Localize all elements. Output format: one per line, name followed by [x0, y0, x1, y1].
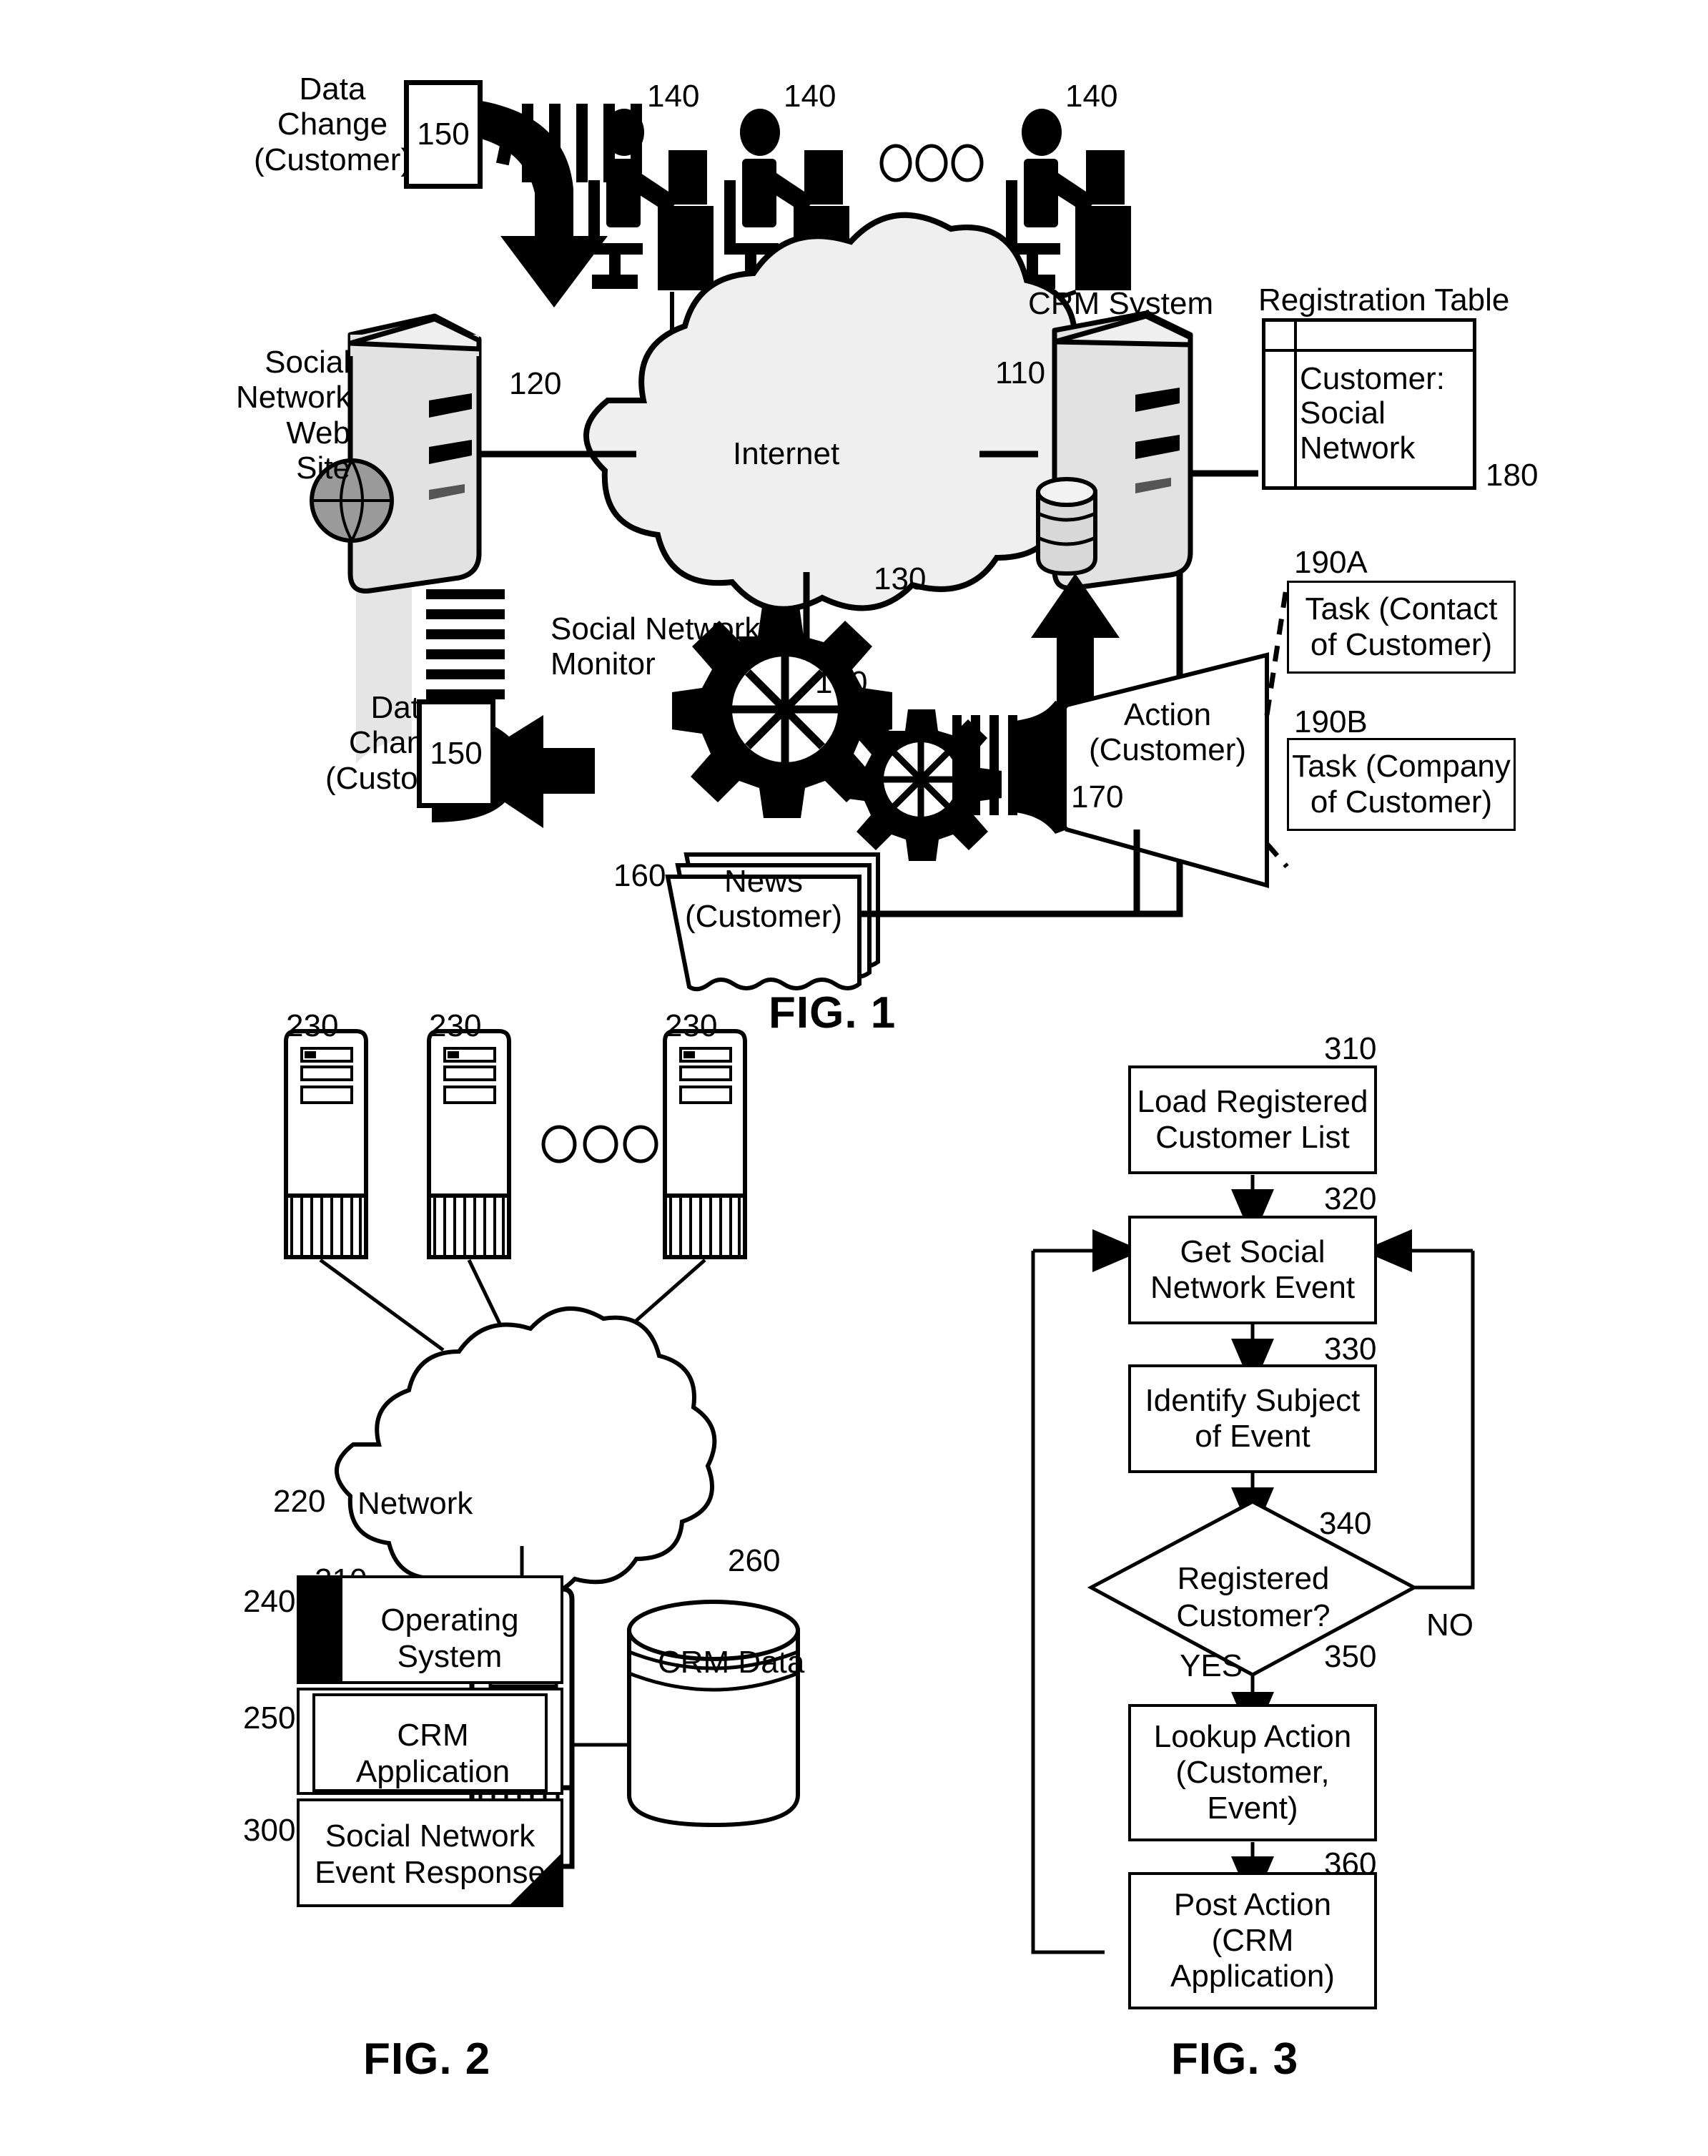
- action-label: Action (Customer): [1088, 697, 1247, 768]
- crm-ref-110: 110: [995, 355, 1046, 390]
- internet-label: Internet: [733, 436, 840, 471]
- task-contact-ref-190A: 190A: [1294, 545, 1368, 580]
- node-320-box: Get Social Network Event: [1128, 1216, 1377, 1324]
- node-350-box: Lookup Action (Customer, Event): [1128, 1704, 1377, 1841]
- task-company-label: Task (Company of Customer): [1292, 748, 1511, 819]
- action-ref-170: 170: [1071, 779, 1124, 814]
- crm-data-label: CRM Data: [658, 1645, 805, 1680]
- crm-system-label: CRM System: [1028, 286, 1214, 321]
- speed-lines-bottom: [426, 589, 505, 699]
- node-ref-340: 340: [1319, 1506, 1372, 1541]
- social-network-monitor-label: Social Network Monitor: [551, 611, 761, 682]
- task-company-ref-190B: 190B: [1294, 704, 1368, 739]
- client-ref-230-1: 230: [286, 1008, 339, 1043]
- operating-system-label: Operating System: [380, 1603, 519, 1674]
- registration-table-column-divider: [1294, 322, 1297, 486]
- social-network-event-response-box: Social Network Event Response: [297, 1798, 563, 1907]
- fig3-caption: FIG. 3: [1171, 2034, 1299, 2084]
- registration-table: Customer: Social Network: [1262, 318, 1476, 490]
- internet-ref-130: 130: [874, 561, 927, 596]
- node-350-label: Lookup Action (Customer, Event): [1153, 1718, 1352, 1826]
- client-server-icon-3: [663, 1029, 747, 1259]
- branch-label-yes: YES: [1180, 1648, 1243, 1683]
- crm-system-server-icon: [1036, 310, 1193, 591]
- doc-ref-150-bottom: 150: [430, 735, 483, 771]
- client-server-icon-2: [427, 1029, 511, 1259]
- client-ref-230-3: 230: [665, 1008, 718, 1043]
- node-310-box: Load Registered Customer List: [1128, 1065, 1377, 1174]
- patent-drawing-sheet: Data Change (Customer) 150 140 140 140 S…: [0, 0, 1708, 2156]
- fig2-vector-layer: [284, 1029, 800, 1901]
- crm-data-cylinder-icon: [627, 1600, 800, 1828]
- user-workstation-icon-1: [588, 109, 714, 290]
- task-contact-box: Task (Contact of Customer): [1287, 581, 1516, 674]
- task-company-box: Task (Company of Customer): [1287, 738, 1516, 831]
- branch-label-no: NO: [1426, 1608, 1473, 1643]
- data-change-bottom-doc-icon: 150: [417, 699, 495, 808]
- snresp-ref-300: 300: [243, 1813, 296, 1848]
- monitor-ref-100: 100: [815, 665, 868, 700]
- social-network-website-label: Social Network Web Site: [236, 345, 352, 486]
- doc-ref-150-top: 150: [417, 116, 470, 152]
- task-contact-label: Task (Contact of Customer): [1305, 591, 1498, 662]
- network-label: Network: [357, 1486, 473, 1521]
- user-workstation-icon-3: [1006, 109, 1131, 290]
- node-330-box: Identify Subject of Event: [1128, 1364, 1377, 1473]
- user-ref-140-1: 140: [647, 79, 700, 114]
- registration-table-cell: Customer: Social Network: [1300, 361, 1445, 466]
- client-ref-230-2: 230: [429, 1008, 482, 1043]
- node-340-label: Registered Customer?: [1176, 1561, 1331, 1633]
- social-network-event-response-label: Social Network Event Response: [315, 1818, 546, 1890]
- data-change-top-doc-icon: 150: [404, 80, 483, 189]
- registration-table-ref-180: 180: [1486, 458, 1539, 493]
- website-ref-120: 120: [509, 366, 562, 401]
- node-ref-320: 320: [1324, 1181, 1377, 1216]
- edge-340-320-no: [1414, 1251, 1475, 1590]
- client-ellipsis-circles: [541, 1125, 658, 1163]
- user-ref-140-3: 140: [1065, 79, 1118, 114]
- os-box-accent: [300, 1578, 342, 1681]
- crm-application-label: CRM Application: [355, 1718, 510, 1789]
- crm-app-ref-250: 250: [243, 1700, 296, 1736]
- news-label: News (Customer): [684, 864, 843, 935]
- news-ref-160: 160: [613, 858, 666, 893]
- data-change-top-label: Data Change (Customer): [253, 72, 412, 177]
- node-360-label: Post Action (CRM Application): [1170, 1886, 1335, 1994]
- user-ellipsis-circles: [879, 144, 984, 182]
- node-360-box: Post Action (CRM Application): [1128, 1872, 1377, 2009]
- fig2-caption: FIG. 2: [363, 2034, 491, 2084]
- network-cloud-icon: [335, 1306, 717, 1599]
- user-ref-140-2: 140: [784, 79, 836, 114]
- action-banner-shape: [1015, 652, 1269, 888]
- registration-table-title: Registration Table: [1258, 282, 1510, 318]
- node-ref-330: 330: [1324, 1331, 1377, 1367]
- task-leader-lines: [1264, 583, 1290, 869]
- node-ref-310: 310: [1324, 1031, 1377, 1066]
- edge-360-320-loop: [1031, 1251, 1105, 1954]
- network-ref-220: 220: [273, 1484, 326, 1519]
- node-320-label: Get Social Network Event: [1150, 1234, 1356, 1305]
- operating-system-box: Operating System: [297, 1575, 563, 1684]
- crm-data-ref-260: 260: [728, 1543, 781, 1578]
- client-server-icon-1: [284, 1029, 368, 1259]
- node-310-label: Load Registered Customer List: [1137, 1083, 1368, 1155]
- crm-application-box-outer: CRM Application: [297, 1688, 563, 1795]
- node-ref-350: 350: [1324, 1639, 1377, 1674]
- crm-application-box-inner: CRM Application: [312, 1693, 548, 1792]
- node-330-label: Identify Subject of Event: [1145, 1382, 1361, 1454]
- crm-database-cylinder-icon: [1036, 477, 1097, 576]
- os-ref-240: 240: [243, 1584, 296, 1619]
